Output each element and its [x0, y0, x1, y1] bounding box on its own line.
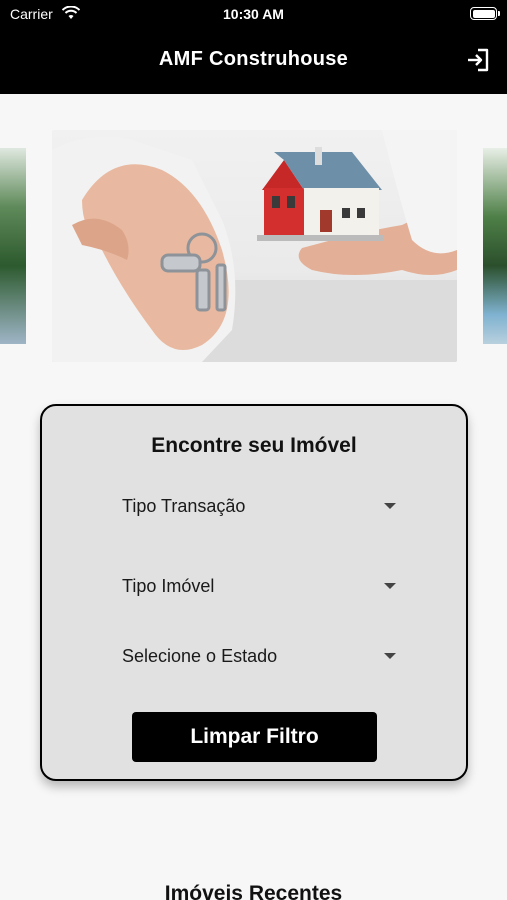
carousel-prev-slide[interactable]	[0, 148, 26, 344]
house-keys-image	[52, 130, 457, 362]
dropdown-label: Tipo Imóvel	[122, 575, 215, 596]
caret-down-icon	[384, 583, 396, 589]
filter-card: Encontre seu Imóvel Tipo Transação Tipo …	[40, 404, 468, 781]
app-header: Carrier 10:30 AM AMF Construhouse	[0, 0, 507, 94]
dropdown-label: Tipo Transação	[122, 495, 246, 516]
caret-down-icon	[384, 653, 396, 659]
battery-icon	[470, 7, 500, 20]
status-time: 10:30 AM	[223, 6, 284, 22]
carousel-next-slide[interactable]	[483, 148, 507, 344]
transaction-type-dropdown[interactable]: Tipo Transação	[122, 491, 396, 521]
dropdown-label: Selecione o Estado	[122, 645, 278, 666]
logout-icon[interactable]	[465, 47, 491, 73]
clear-filter-button[interactable]: Limpar Filtro	[132, 712, 377, 762]
filter-title: Encontre seu Imóvel	[151, 434, 357, 457]
page-title: AMF Construhouse	[158, 48, 349, 70]
recent-properties-title: Imóveis Recentes	[164, 882, 343, 900]
property-type-dropdown[interactable]: Tipo Imóvel	[122, 571, 396, 601]
state-dropdown[interactable]: Selecione o Estado	[122, 641, 396, 671]
status-bar: Carrier 10:30 AM	[0, 0, 507, 28]
image-carousel[interactable]	[0, 130, 507, 362]
carousel-current-slide[interactable]	[52, 130, 457, 362]
caret-down-icon	[384, 503, 396, 509]
